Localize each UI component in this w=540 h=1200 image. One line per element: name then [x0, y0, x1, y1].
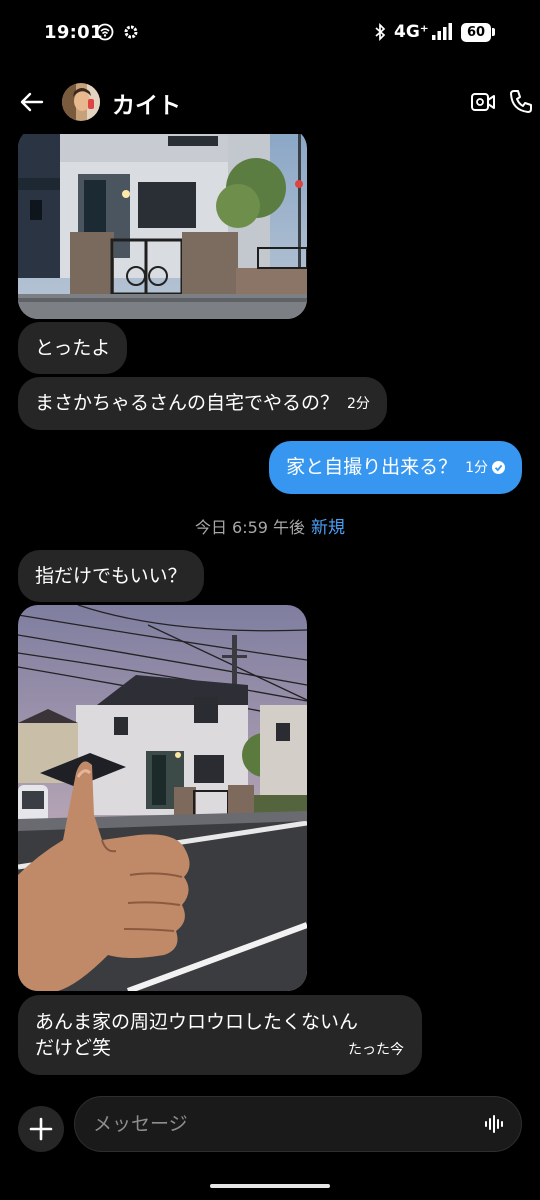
message-composer	[0, 1090, 540, 1162]
received-photo-thumbs-up[interactable]	[18, 605, 307, 991]
message-bubble-incoming[interactable]: とったよ	[18, 322, 128, 374]
back-arrow-icon[interactable]	[18, 88, 46, 116]
message-text: 指だけでもいい？	[35, 565, 187, 587]
plus-icon	[29, 1117, 53, 1141]
message-text: まさかちゃるさんの自宅でやるの？	[35, 392, 340, 414]
received-photo-house[interactable]	[18, 134, 307, 319]
battery-tip	[492, 28, 495, 36]
message-timestamp: 2分	[347, 396, 370, 412]
message-input[interactable]	[74, 1096, 522, 1152]
message-bubble-incoming[interactable]: まさかちゃるさんの自宅でやるの？ 2分	[18, 377, 387, 430]
contact-name[interactable]: カイト	[112, 86, 181, 120]
message-text-line: あんま家の周辺ウロウロしたくないん	[35, 1011, 359, 1033]
message-text: とったよ	[35, 337, 111, 359]
phone-call-icon[interactable]	[508, 88, 534, 114]
message-bubble-incoming[interactable]: 指だけでもいい？	[18, 550, 204, 602]
chat-header: カイト	[0, 72, 540, 134]
message-bubble-outgoing[interactable]: 家と自撮り出来る？ 1分	[269, 441, 522, 494]
contact-avatar[interactable]	[62, 83, 100, 121]
chat-thread[interactable]: とったよ まさかちゃるさんの自宅でやるの？ 2分 家と自撮り出来る？ 1分 今日 6…	[0, 134, 540, 1086]
signal-strength-icon	[432, 23, 452, 40]
message-timestamp: 1分	[465, 460, 488, 476]
add-attachment-button[interactable]	[18, 1106, 64, 1152]
video-call-icon[interactable]	[470, 90, 496, 114]
message-text: 家と自撮り出来る？	[286, 456, 458, 478]
day-separator: 今日 6:59 午後 新規	[0, 513, 540, 538]
settings-gear-icon	[124, 25, 138, 39]
network-type-label: 4G⁺	[394, 22, 429, 42]
battery-icon: 60	[461, 23, 491, 42]
bluetooth-icon	[375, 22, 386, 42]
message-timestamp: たった今	[348, 1042, 404, 1058]
day-separator-label: 今日 6:59 午後	[194, 518, 306, 537]
voice-message-icon[interactable]	[484, 1114, 506, 1134]
sent-check-icon	[492, 461, 505, 474]
hotspot-icon	[96, 23, 114, 41]
home-indicator[interactable]	[210, 1184, 330, 1188]
message-bubble-incoming[interactable]: あんま家の周辺ウロウロしたくないん だけど笑 たった今	[18, 995, 422, 1075]
new-messages-label: 新規	[311, 518, 346, 538]
status-time: 19:01	[44, 22, 103, 43]
status-bar: 19:01 4G⁺ 60	[0, 0, 540, 66]
